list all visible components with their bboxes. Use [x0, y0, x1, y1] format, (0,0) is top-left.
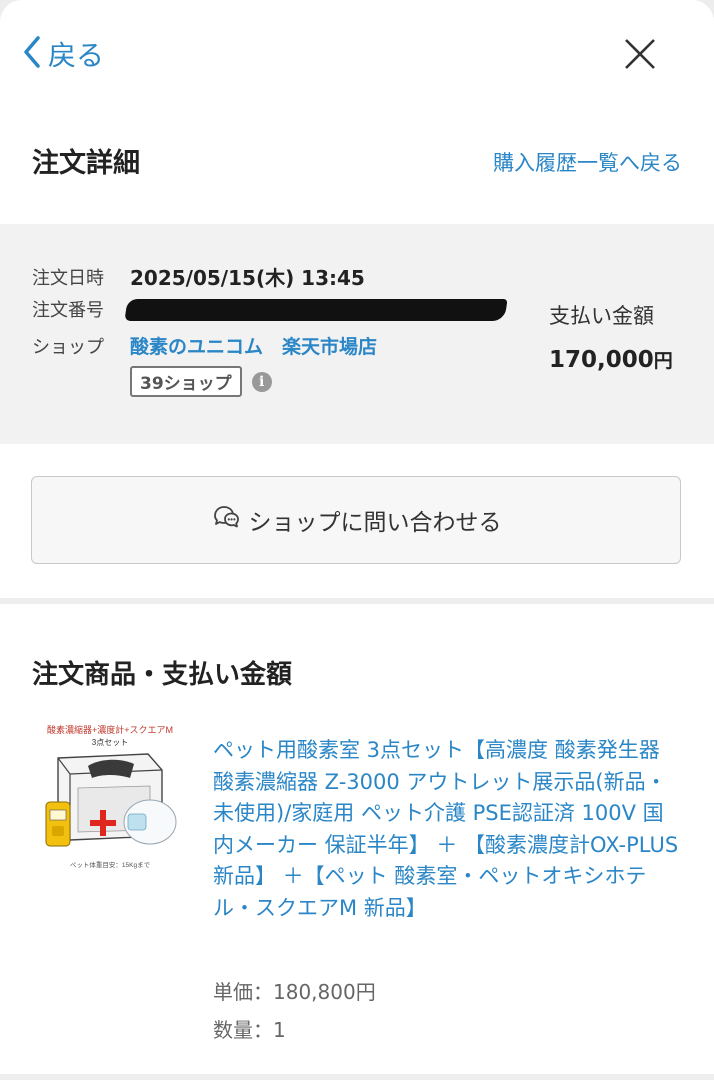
product-title-link[interactable]: ペット用酸素室 3点セット【高濃度 酸素発生器 酸素濃縮器 Z-3000 アウト… [213, 735, 683, 924]
redaction-mark [124, 299, 508, 321]
unit-price: 単価：180,800円 [213, 980, 376, 1004]
39-shop-badge: 39ショップ [130, 366, 242, 397]
contact-shop-label: ショップに問い合わせる [248, 510, 502, 536]
close-icon [620, 39, 660, 78]
top-nav: 戻る [0, 0, 714, 110]
page-title: 注文詳細 [32, 148, 140, 179]
order-date-value: 2025/05/15(木) 13:45 [130, 266, 365, 290]
section-divider [0, 598, 714, 604]
payment-amount: 170,000円 [549, 346, 673, 373]
bottom-divider [0, 1074, 714, 1080]
payment-amount-value: 170,000 [549, 347, 654, 373]
order-summary: 注文日時 2025/05/15(木) 13:45 注文番号 409163-202… [0, 224, 714, 444]
shop-name-link[interactable]: 酸素のユニコム 楽天市場店 [130, 332, 377, 359]
chevron-left-icon [22, 32, 42, 76]
payment-currency: 円 [653, 350, 673, 372]
items-section-title: 注文商品・支払い金額 [32, 660, 293, 690]
back-button[interactable]: 戻る [22, 32, 104, 76]
purchase-history-link[interactable]: 購入履歴一覧へ戻る [493, 147, 682, 177]
order-detail-sheet: 戻る 注文詳細 購入履歴一覧へ戻る 注文日時 2025/05/15(木) 13:… [0, 0, 714, 1080]
order-number-row: 注文番号 409163-20250515-0702 [32, 296, 508, 322]
order-number-label: 注文番号 [32, 300, 104, 321]
product-thumbnail[interactable]: 酸素濃縮器+濃度計+スクエアM 3点セット ペット体重目安：15Kgまで [30, 718, 190, 878]
shop-row: ショップ 酸素のユニコム 楽天市場店 [32, 332, 377, 359]
order-date-row: 注文日時 2025/05/15(木) 13:45 [32, 262, 365, 291]
contact-shop-button[interactable]: ショップに問い合わせる [31, 476, 681, 564]
close-button[interactable] [620, 34, 660, 74]
thumb-caption-top: 酸素濃縮器+濃度計+スクエアM [47, 724, 173, 735]
order-date-label: 注文日時 [32, 267, 104, 289]
thumb-caption-sub: 3点セット [92, 738, 128, 747]
quantity: 数量：1 [213, 1018, 286, 1042]
thumb-caption-bottom: ペット体重目安：15Kgまで [70, 860, 151, 869]
back-label: 戻る [48, 39, 105, 72]
page-header: 注文詳細 購入履歴一覧へ戻る [0, 125, 714, 197]
info-icon[interactable]: i [251, 371, 272, 392]
chat-bubble-icon [211, 503, 249, 537]
shop-label: ショップ [32, 336, 104, 358]
payment-label: 支払い金額 [549, 304, 654, 328]
order-number-redacted: 409163-20250515-0702 [124, 297, 508, 321]
shop-badge-row: 39ショップ i [130, 366, 272, 397]
